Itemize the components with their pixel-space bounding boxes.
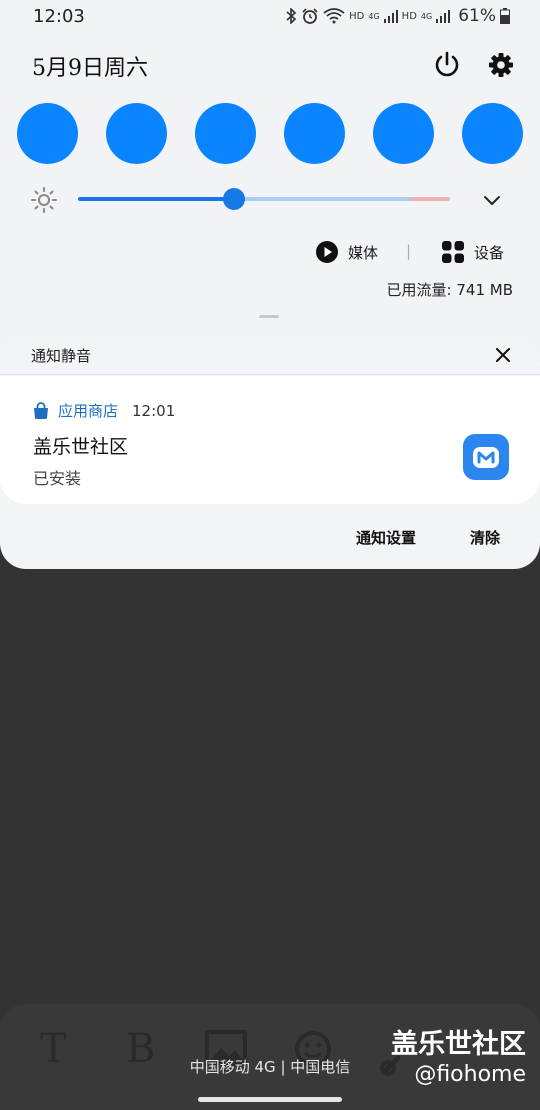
sun-icon [31, 187, 57, 213]
home-indicator[interactable] [198, 1097, 342, 1102]
watermark-title: 盖乐世社区 [391, 1029, 526, 1060]
notification-app-row: 应用商店 12:01 [32, 400, 175, 421]
notification-app-name: 应用商店 [58, 402, 119, 420]
network-type-icon-2: 4G [420, 11, 433, 21]
notification-time: 12:01 [132, 401, 176, 420]
panel-drag-handle[interactable] [259, 315, 279, 318]
m-logo-icon [473, 447, 499, 468]
media-button[interactable]: 媒体 [316, 241, 378, 263]
quick-toggles [17, 103, 523, 165]
status-time: 12:03 [33, 6, 85, 27]
power-icon[interactable] [432, 50, 462, 80]
play-icon [316, 241, 338, 263]
battery-percent: 61% [458, 6, 496, 26]
quick-toggle-5[interactable] [373, 103, 434, 164]
gear-icon[interactable] [486, 50, 516, 80]
notification-panel: 通知静音 应用商店 12:01 盖乐世社区 已安装 通知设置 清除 [0, 335, 540, 569]
signal-icon-2 [436, 10, 451, 23]
signal-icon [383, 10, 398, 23]
brightness-fill [78, 197, 235, 201]
close-icon[interactable] [494, 346, 512, 364]
chevron-down-icon[interactable] [480, 188, 504, 212]
notification-settings-button[interactable]: 通知设置 [356, 527, 416, 548]
devices-button[interactable]: 设备 [442, 241, 504, 263]
notification-title: 盖乐世社区 [33, 436, 129, 458]
status-icons: HD 4G HD 4G 61% [285, 6, 510, 26]
quick-settings-panel: 12:03 HD 4G HD 4G 61% 5月9日周六 媒体 | 设备 已用流… [0, 0, 540, 360]
hd-icon-2: HD [401, 10, 417, 22]
media-label: 媒体 [348, 243, 379, 262]
hd-icon: HD [349, 10, 365, 22]
clear-notifications-button[interactable]: 清除 [470, 527, 500, 548]
wifi-icon [323, 8, 345, 24]
network-type-icon: 4G [368, 11, 380, 21]
battery-icon [500, 8, 510, 24]
watermark-handle: @fiohome [414, 1062, 526, 1087]
notification-body: 已安装 [33, 469, 82, 488]
data-usage-label: 已用流量: 741 MB [386, 281, 513, 299]
notification-section-title: 通知静音 [31, 347, 92, 365]
media-row-divider: | [406, 242, 412, 260]
brightness-warning-zone [410, 197, 450, 201]
members-app-icon [463, 434, 509, 480]
date-label: 5月9日周六 [32, 56, 148, 81]
shopping-bag-icon [34, 401, 48, 419]
quick-toggle-2[interactable] [106, 103, 167, 164]
silent-notifications-header: 通知静音 [0, 335, 540, 375]
alarm-icon [302, 8, 318, 24]
notification-card[interactable]: 应用商店 12:01 盖乐世社区 已安装 [0, 376, 540, 504]
devices-grid-icon [442, 241, 464, 263]
status-bar: 12:03 HD 4G HD 4G 61% [0, 0, 540, 34]
brightness-thumb[interactable] [223, 188, 246, 210]
brightness-slider[interactable] [78, 188, 450, 210]
quick-toggle-1[interactable] [17, 103, 78, 164]
quick-toggle-4[interactable] [284, 103, 345, 164]
quick-toggle-6[interactable] [462, 103, 523, 164]
quick-toggle-3[interactable] [195, 103, 256, 164]
bluetooth-icon [286, 8, 297, 24]
devices-label: 设备 [474, 243, 505, 262]
